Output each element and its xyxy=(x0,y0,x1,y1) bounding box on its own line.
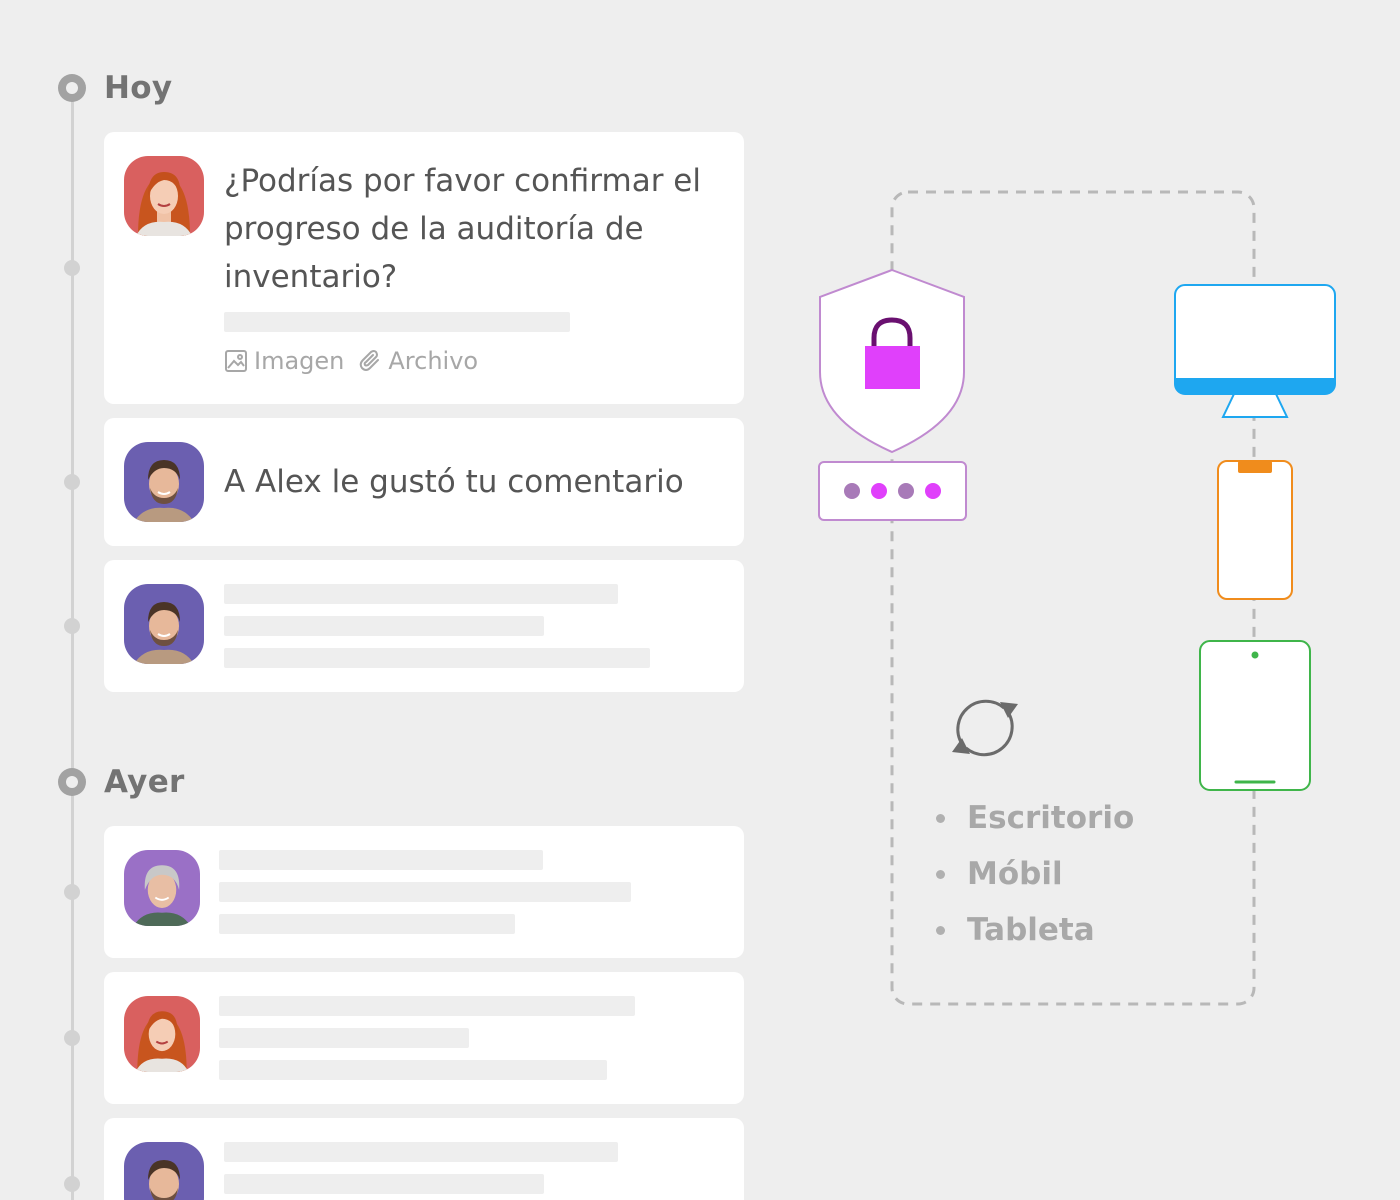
sync-icon xyxy=(952,699,1018,757)
timeline-dot xyxy=(64,618,80,634)
device-label-tablet: Tableta xyxy=(967,912,1095,948)
password-dot xyxy=(925,483,941,499)
avatar xyxy=(124,584,204,664)
message-text: ¿Podrías por favor confirmar el progreso… xyxy=(224,163,701,295)
placeholder-bar xyxy=(219,1060,607,1080)
device-list-item: Tableta xyxy=(936,902,1134,958)
notification-card[interactable]: A Alex le gustó tu comentario xyxy=(104,418,744,546)
timeline-node-today xyxy=(58,74,86,102)
tablet-icon xyxy=(1199,640,1311,791)
lock-icon xyxy=(865,317,920,389)
device-list: Escritorio Móbil Tableta xyxy=(936,790,1134,958)
device-label-mobile: Móbil xyxy=(967,856,1063,892)
placeholder-bar xyxy=(219,850,543,870)
password-dot xyxy=(844,483,860,499)
avatar xyxy=(124,850,200,926)
timeline-dot xyxy=(64,260,80,276)
timeline-dot xyxy=(64,1176,80,1192)
timeline-dot xyxy=(64,474,80,490)
bullet-icon xyxy=(936,869,945,879)
placeholder-bar xyxy=(224,1174,544,1194)
placeholder-bar xyxy=(224,1142,618,1162)
device-list-item: Escritorio xyxy=(936,790,1134,846)
avatar xyxy=(124,996,200,1072)
bullet-icon xyxy=(936,925,945,935)
avatar xyxy=(124,1142,204,1200)
device-list-item: Móbil xyxy=(936,846,1134,902)
notification-card[interactable]: ¿Podrías por favor confirmar el progreso… xyxy=(104,132,744,404)
password-dot xyxy=(871,483,887,499)
password-dot xyxy=(898,483,914,499)
notification-card-skeleton[interactable] xyxy=(104,560,744,692)
attachment-row: Imagen Archivo xyxy=(224,347,478,375)
notification-card-skeleton[interactable] xyxy=(104,1118,744,1200)
section-title-today: Hoy xyxy=(104,70,173,106)
password-field xyxy=(818,461,967,521)
placeholder-bar xyxy=(224,312,570,332)
timeline-dot xyxy=(64,884,80,900)
notification-card-skeleton[interactable] xyxy=(104,972,744,1104)
placeholder-bar xyxy=(219,882,631,902)
timeline-dot xyxy=(64,1030,80,1046)
section-title-yesterday: Ayer xyxy=(104,764,185,800)
bullet-icon xyxy=(936,813,945,823)
placeholder-bar xyxy=(224,584,618,604)
placeholder-bar xyxy=(219,914,515,934)
file-attachment-button[interactable]: Archivo xyxy=(358,347,478,375)
avatar xyxy=(124,156,204,236)
placeholder-bar xyxy=(224,648,650,668)
shield-icon xyxy=(819,268,965,454)
message-text: A Alex le gustó tu comentario xyxy=(224,464,684,500)
placeholder-bar xyxy=(219,996,635,1016)
file-attachment-label: Archivo xyxy=(388,347,479,375)
phone-icon xyxy=(1217,460,1293,600)
placeholder-bar xyxy=(224,616,544,636)
placeholder-bar xyxy=(219,1028,469,1048)
paperclip-icon xyxy=(358,349,382,373)
image-icon xyxy=(224,349,248,373)
desktop-icon xyxy=(1174,284,1336,418)
device-label-desktop: Escritorio xyxy=(967,800,1135,836)
notification-card-skeleton[interactable] xyxy=(104,826,744,958)
image-attachment-label: Imagen xyxy=(254,347,345,375)
avatar xyxy=(124,442,204,522)
image-attachment-button[interactable]: Imagen xyxy=(224,347,344,375)
timeline-node-yesterday xyxy=(58,768,86,796)
